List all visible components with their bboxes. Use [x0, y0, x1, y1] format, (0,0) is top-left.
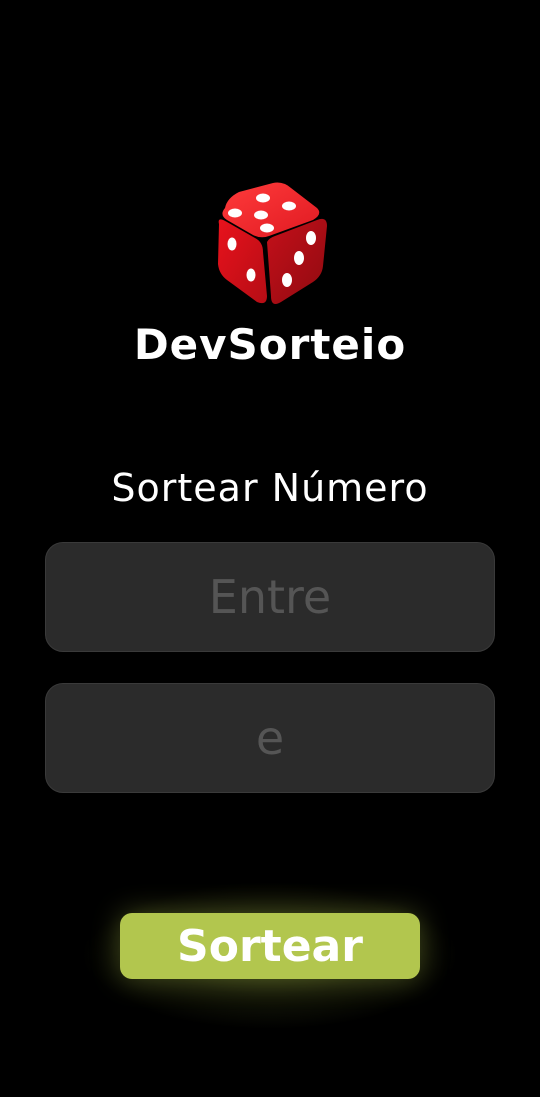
app-title: DevSorteio — [133, 320, 407, 369]
max-number-input[interactable] — [45, 683, 495, 793]
min-number-input[interactable] — [45, 542, 495, 652]
section-heading: Sortear Número — [111, 466, 429, 510]
draw-screen: DevSorteio Sortear Número Sortear — [0, 0, 540, 1097]
dice-icon — [205, 180, 335, 310]
draw-button[interactable]: Sortear — [120, 913, 420, 979]
